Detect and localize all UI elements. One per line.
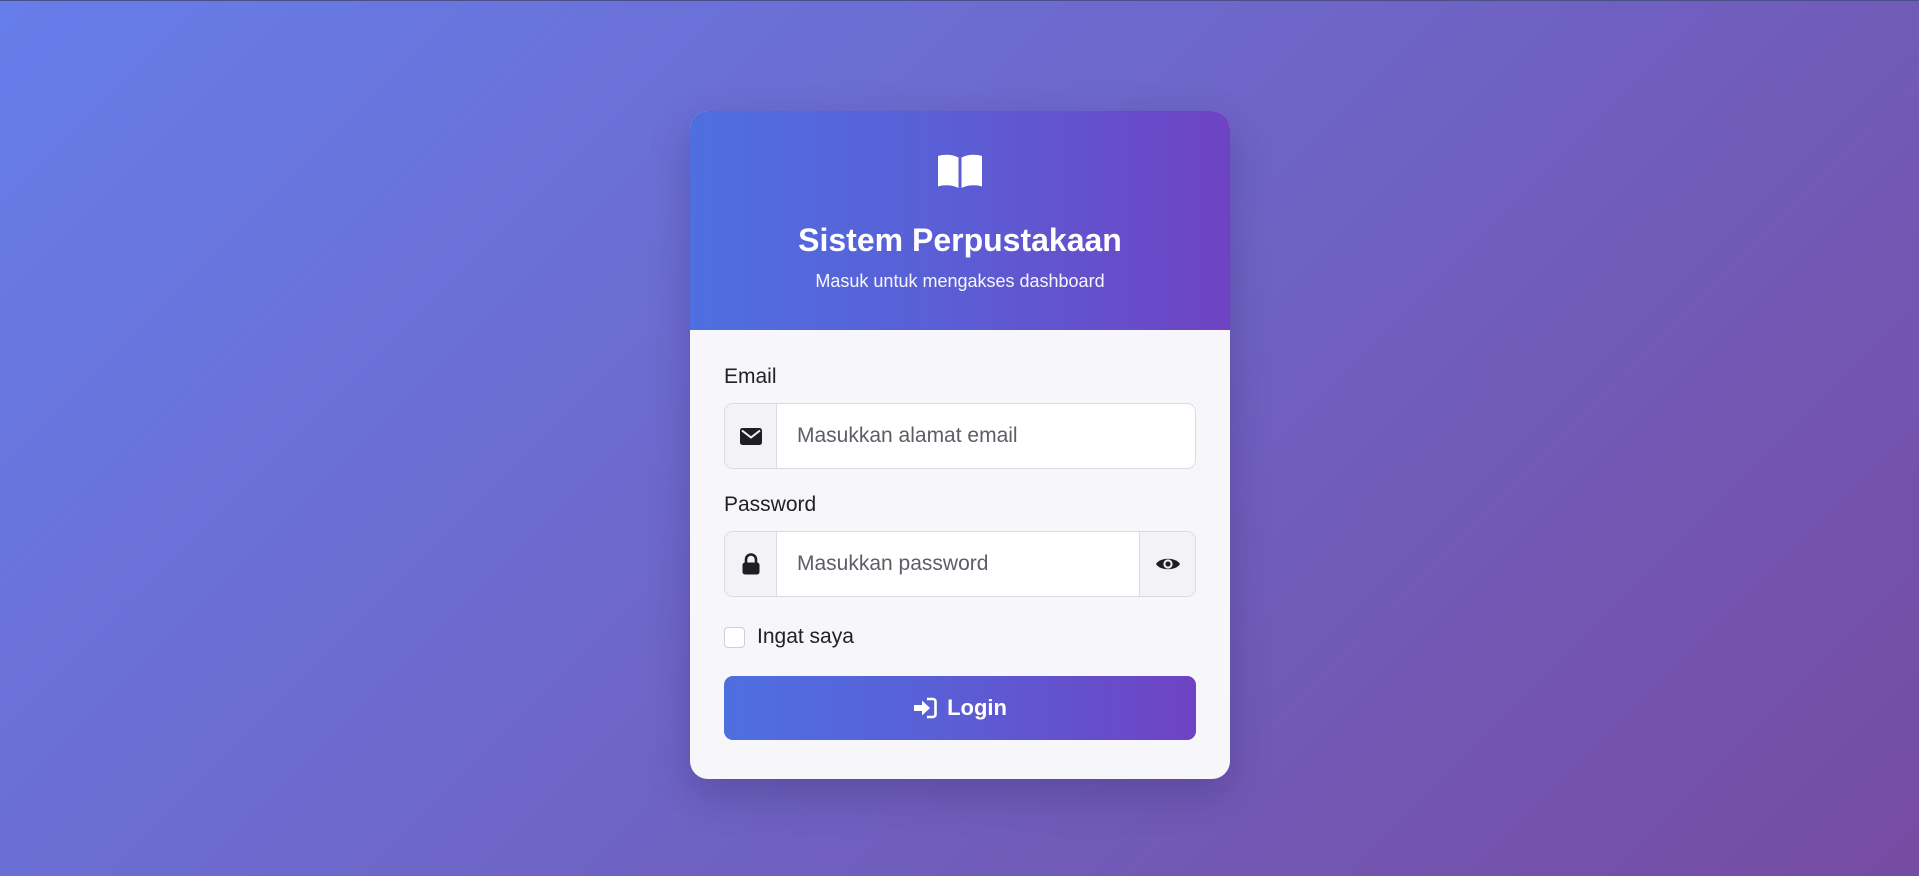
sign-in-icon (914, 697, 937, 719)
book-open-icon (937, 153, 983, 189)
envelope-icon (725, 404, 777, 468)
password-input-group (724, 531, 1196, 597)
email-label: Email (724, 365, 777, 388)
email-input[interactable] (777, 404, 1195, 468)
password-input[interactable] (777, 532, 1139, 596)
eye-icon[interactable] (1139, 532, 1195, 596)
card-header: Sistem Perpustakaan Masuk untuk mengakse… (690, 111, 1230, 330)
email-input-group (724, 403, 1196, 469)
login-button[interactable]: Login (724, 676, 1196, 740)
lock-icon (725, 532, 777, 596)
password-label: Password (724, 493, 817, 516)
login-button-label: Login (947, 695, 1007, 720)
page-subtitle: Masuk untuk mengakses dashboard (815, 271, 1105, 291)
page-title: Sistem Perpustakaan (798, 222, 1122, 258)
remember-me-checkbox[interactable] (724, 626, 745, 648)
login-form: Email Password (690, 330, 1230, 740)
remember-me-label[interactable]: Ingat saya (757, 625, 854, 649)
login-card: Sistem Perpustakaan Masuk untuk mengakse… (690, 111, 1230, 779)
remember-me-row: Ingat saya (724, 622, 1196, 652)
